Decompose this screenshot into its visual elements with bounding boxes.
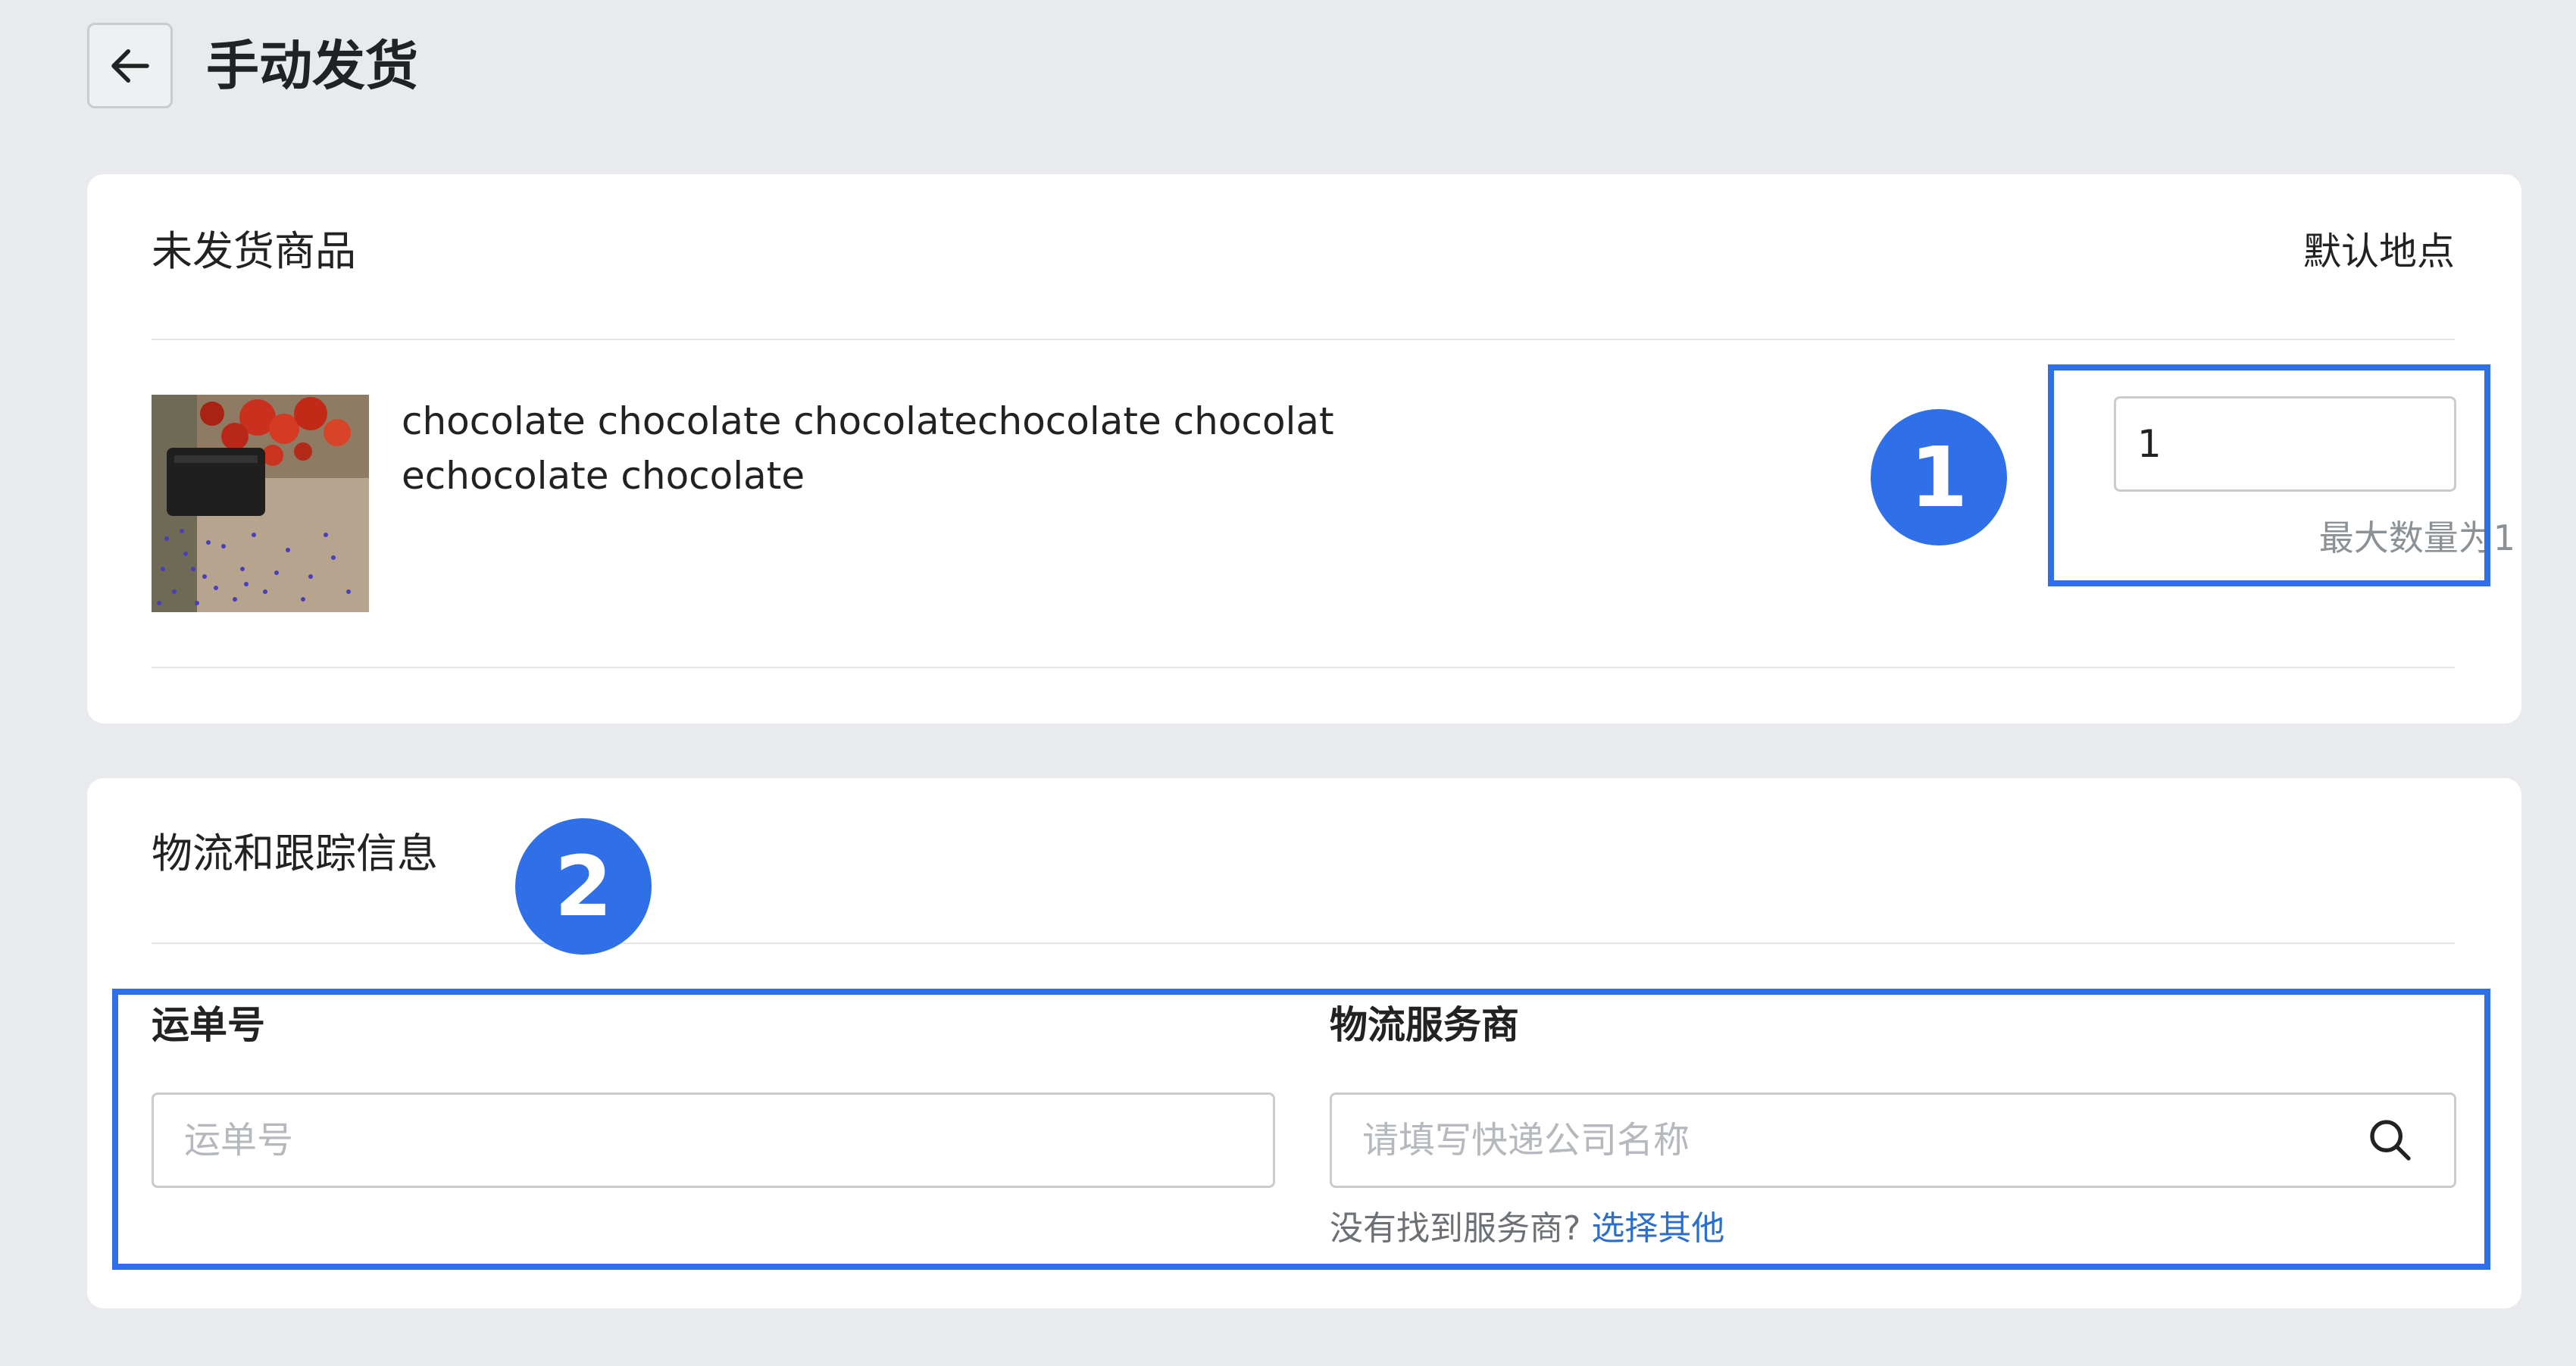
step-marker-1: 1 (1871, 409, 2007, 545)
arrow-left-icon (111, 48, 149, 83)
page-title: 手动发货 (206, 35, 418, 97)
shipping-highlight-box (112, 989, 2490, 1270)
product-name: chocolate chocolate chocolatechocolate c… (402, 399, 1334, 498)
product-image (152, 395, 369, 612)
divider (152, 339, 2455, 340)
page: 手动发货 未发货商品 默认地点 chocolate chocolate choc… (0, 0, 2576, 1366)
quantity-highlight-box (2048, 364, 2490, 586)
unfulfilled-heading: 未发货商品 (152, 227, 356, 275)
divider (152, 942, 2455, 944)
step-marker-2: 2 (515, 818, 652, 955)
product-thumbnail (152, 395, 369, 612)
divider (152, 667, 2455, 668)
back-button[interactable] (87, 23, 173, 108)
location-label: 默认地点 (2303, 230, 2455, 274)
shipping-heading: 物流和跟踪信息 (152, 830, 438, 877)
